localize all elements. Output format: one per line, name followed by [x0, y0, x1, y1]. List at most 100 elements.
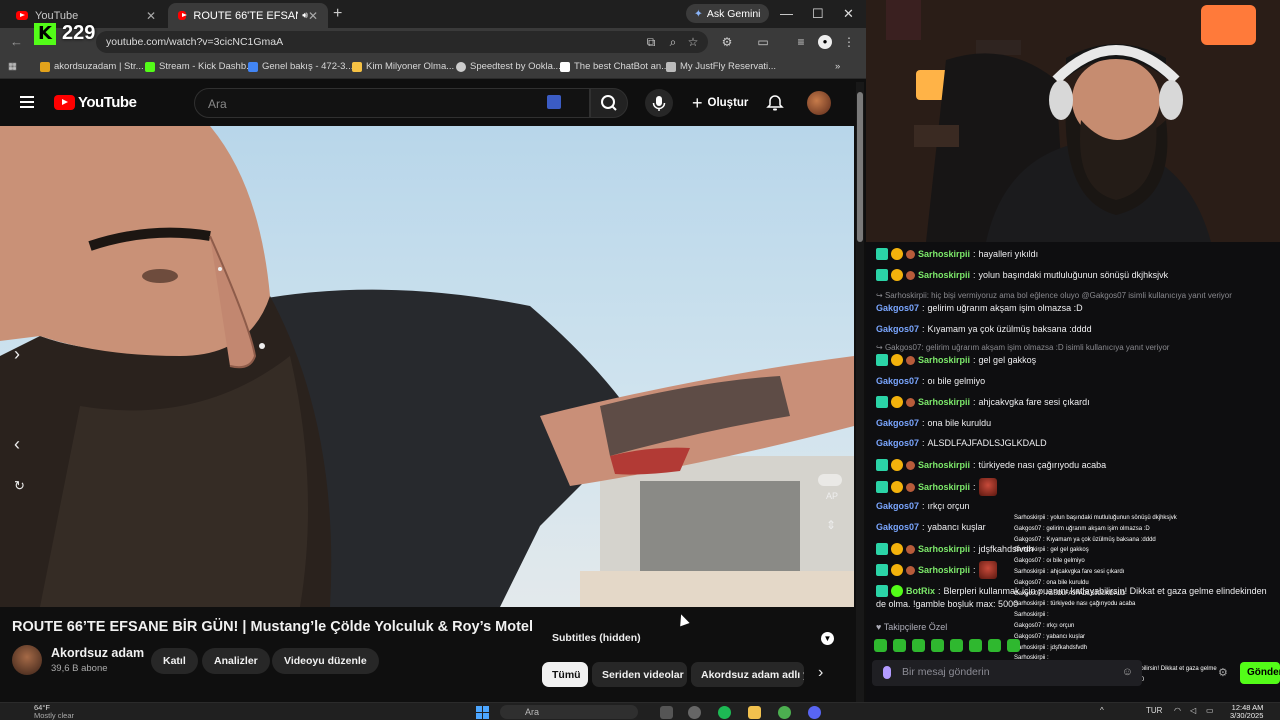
video-player[interactable]: ‹ › ↻ AP ⇕	[0, 126, 854, 607]
spotify-icon[interactable]	[718, 706, 731, 719]
emote-icon[interactable]	[988, 639, 1001, 652]
chrome-icon[interactable]	[778, 706, 791, 719]
bookmark-item[interactable]: Speedtest by Ookla...	[456, 61, 561, 72]
chat-username[interactable]: Gakgos07	[876, 438, 919, 448]
chat-username[interactable]: Sarhoskirpii	[918, 544, 970, 554]
chat-username[interactable]: Sarhoskirpii	[918, 482, 970, 492]
chat-username[interactable]: Gakgos07	[876, 324, 919, 334]
previous-arrow-icon[interactable]: ‹	[14, 434, 20, 455]
file-explorer-icon[interactable]	[748, 706, 761, 719]
chat-username[interactable]: Gakgos07	[876, 522, 919, 532]
chat-username[interactable]: Sarhoskirpii	[918, 270, 970, 280]
ask-gemini-button[interactable]: ✦ Ask Gemini	[686, 4, 769, 23]
channel-avatar[interactable]	[12, 645, 42, 675]
extensions-icon[interactable]: ⚙	[720, 35, 734, 49]
search-button[interactable]	[590, 88, 628, 118]
emote-icon[interactable]	[950, 639, 963, 652]
fullscreen-arrows-icon[interactable]: ⇕	[826, 518, 836, 532]
obs-icon[interactable]	[688, 706, 701, 719]
volume-icon[interactable]: ◁	[1190, 706, 1196, 715]
emote-icon[interactable]	[931, 639, 944, 652]
weather-widget[interactable]: 64°F Mostly clear	[10, 704, 74, 720]
close-tab-icon[interactable]: ✕	[146, 9, 156, 23]
input-language[interactable]: TUR	[1146, 706, 1162, 715]
chat-message: Sarhoskirpii: gel gel gakkoş	[876, 354, 1036, 366]
chat-username[interactable]: Sarhoskirpii	[918, 397, 970, 407]
apps-grid-icon[interactable]: ▦	[8, 61, 17, 72]
maximize-button[interactable]: ☐	[812, 6, 824, 22]
join-button[interactable]: Katıl	[151, 648, 198, 674]
chat-username[interactable]: Sarhoskirpii	[918, 565, 970, 575]
page-scrollbar[interactable]	[856, 82, 864, 702]
chat-username[interactable]: Gakgos07	[876, 501, 919, 511]
chat-username[interactable]: Gakgos07	[876, 303, 919, 313]
channel-name[interactable]: Akordsuz adam	[51, 646, 144, 660]
chat-username[interactable]: BotRix	[906, 586, 935, 596]
wifi-icon[interactable]: ◠	[1174, 706, 1181, 715]
bookmark-item[interactable]: akordsuzadam | Str...	[40, 61, 144, 72]
mic-icon[interactable]	[883, 666, 891, 679]
bookmark-item[interactable]: Stream - Kick Dashb...	[145, 61, 254, 72]
start-button-icon[interactable]	[476, 706, 489, 719]
minimize-button[interactable]: —	[780, 6, 793, 21]
tab-video[interactable]: ROUTE 66'TE EFSANE BİR G 🔊︎ ✕	[168, 3, 328, 28]
zoom-icon[interactable]: ⌕	[666, 35, 680, 49]
bookmark-item[interactable]: My JustFly Reservati...	[666, 61, 776, 72]
taskbar-search[interactable]: Ara	[500, 705, 638, 719]
new-tab-button[interactable]: +	[333, 5, 342, 23]
subtitles-dropdown[interactable]: Subtitles (hidden) ▼	[542, 627, 840, 651]
emote-icon[interactable]	[874, 639, 887, 652]
voice-search-button[interactable]	[645, 89, 673, 117]
chip-all[interactable]: Tümü	[542, 662, 588, 687]
cast-icon[interactable]: ⧉	[644, 35, 658, 49]
translate-icon[interactable]	[547, 95, 561, 109]
scrollbar-thumb[interactable]	[857, 92, 863, 242]
chat-username[interactable]: Sarhoskirpii	[918, 460, 970, 470]
chat-username[interactable]: Gakgos07	[876, 418, 919, 428]
edit-video-button[interactable]: Videoyu düzenle	[272, 648, 379, 674]
emote-icon[interactable]	[969, 639, 982, 652]
notifications-bell-icon[interactable]	[766, 94, 784, 112]
search-input[interactable]: Ara	[194, 88, 590, 118]
bookmark-star-icon[interactable]: ☆	[686, 35, 700, 49]
system-clock[interactable]: 12:48 AM 3/30/2025	[1230, 704, 1263, 720]
task-view-icon[interactable]	[660, 706, 673, 719]
create-button[interactable]: + Oluştur	[684, 89, 756, 117]
chat-username[interactable]: Sarhoskirpii	[918, 355, 970, 365]
discord-icon[interactable]	[808, 706, 821, 719]
close-window-button[interactable]: ✕	[843, 6, 854, 22]
chat-username[interactable]: Gakgos07	[876, 376, 919, 386]
chat-username[interactable]: Sarhoskirpii	[918, 249, 970, 259]
youtube-logo[interactable]: YouTube	[54, 94, 137, 111]
chips-next-icon[interactable]: ›	[818, 664, 823, 682]
bookmarks-overflow-icon[interactable]: »	[835, 61, 840, 72]
emote-icon[interactable]	[912, 639, 925, 652]
profile-icon[interactable]: ●	[818, 35, 832, 49]
sidebar-icon[interactable]: ▭	[756, 35, 770, 49]
tray-overflow-icon[interactable]: ^	[1100, 706, 1104, 715]
chip-series[interactable]: Seriden videolar	[592, 662, 687, 687]
bookmark-item[interactable]: Genel bakış - 472-3...	[248, 61, 353, 72]
bookmark-item[interactable]: The best ChatBot an...	[560, 61, 669, 72]
send-button[interactable]: Gönder	[1240, 662, 1280, 684]
close-tab-icon[interactable]: ✕	[308, 9, 318, 23]
autoplay-toggle[interactable]	[818, 474, 842, 486]
analytics-button[interactable]: Analizler	[202, 648, 270, 674]
battery-icon[interactable]: ▭	[1206, 706, 1214, 715]
kebab-menu-icon[interactable]: ⋮	[842, 35, 856, 49]
hamburger-menu-icon[interactable]	[20, 96, 34, 108]
address-bar[interactable]: youtube.com/watch?v=3cicNC1GmaA	[96, 31, 708, 53]
badge-icon	[891, 459, 903, 471]
next-arrow-icon[interactable]: ›	[14, 344, 20, 365]
replay-icon[interactable]: ↻	[14, 478, 25, 494]
account-avatar[interactable]	[807, 91, 831, 115]
emote-icon[interactable]	[1007, 639, 1020, 652]
media-control-icon[interactable]: ≡	[794, 35, 808, 49]
chip-channel[interactable]: Akordsuz adam adlı y	[691, 662, 804, 687]
back-icon[interactable]: ←	[10, 34, 23, 49]
emote-icon[interactable]	[893, 639, 906, 652]
emoji-icon[interactable]: ☺	[1122, 666, 1133, 678]
chat-message-input[interactable]: Bir mesaj gönderin ☺	[872, 660, 1142, 686]
chat-settings-icon[interactable]: ⚙	[1218, 666, 1228, 679]
bookmark-item[interactable]: Kim Milyoner Olma...	[352, 61, 454, 72]
